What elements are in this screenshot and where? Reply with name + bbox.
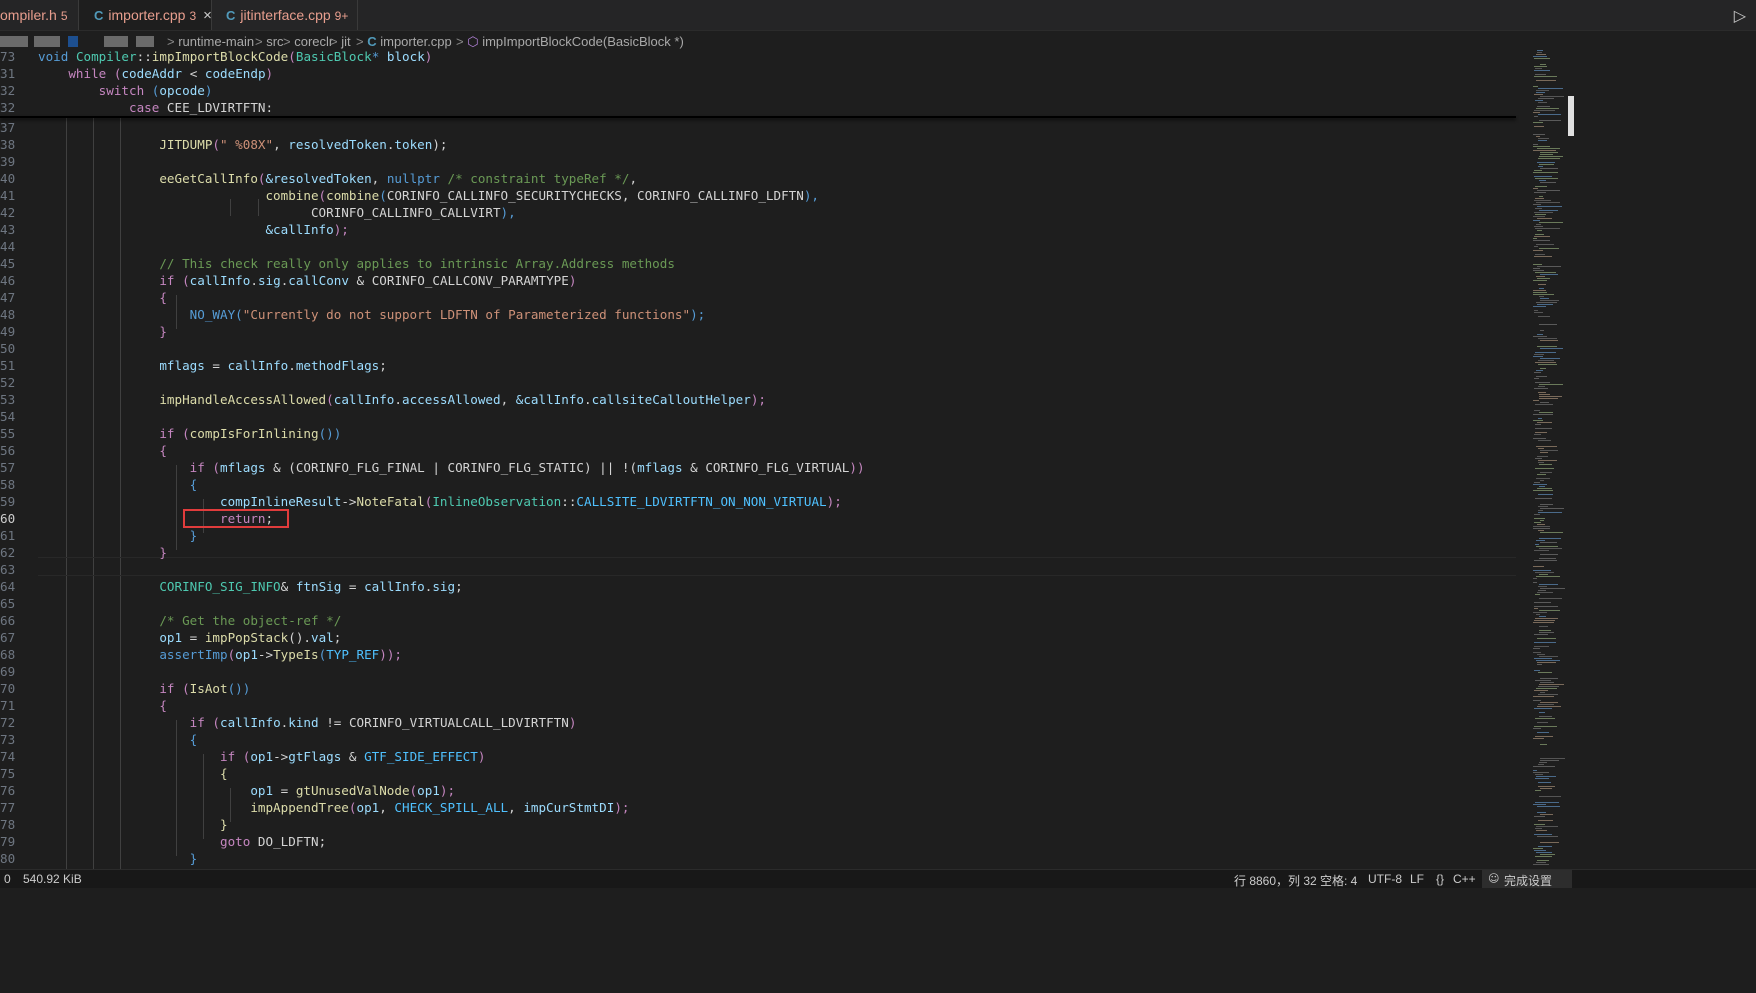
cpp-file-icon: C [367, 34, 377, 49]
tab-label: jitinterface.cpp [240, 7, 331, 23]
code-line[interactable]: 77 impAppendTree(op1, CHECK_SPILL_ALL, i… [0, 799, 1530, 816]
code-line[interactable]: 71 { [0, 697, 1530, 714]
code-line[interactable]: 51 mflags = callInfo.methodFlags; [0, 357, 1530, 374]
problem-count-badge: 5 [60, 9, 68, 23]
code-line[interactable]: 44 [0, 238, 1530, 255]
status-file-size[interactable]: 540.92 KiB [23, 872, 82, 886]
sticky-line[interactable]: 32 case CEE_LDVIRTFTN: [0, 99, 1530, 116]
status-problems[interactable]: 0 [4, 872, 11, 886]
tab-label: ompiler.h [0, 7, 57, 23]
tab-bar: ompiler.h 5 Cimporter.cpp 3 × Cjitinterface… [0, 0, 1756, 31]
tab-compiler-h[interactable]: ompiler.h 5 [0, 0, 78, 30]
cpp-file-icon: C [226, 8, 236, 23]
status-indentation[interactable]: 空格: 4 [1320, 872, 1357, 889]
code-line[interactable]: 38 JITDUMP(" %08X", resolvedToken.token)… [0, 136, 1530, 153]
code-line[interactable]: 63 [0, 561, 1530, 578]
vertical-scrollbar[interactable] [1566, 48, 1576, 868]
code-line[interactable]: 41 combine(combine(CORINFO_CALLINFO_SECU… [0, 187, 1530, 204]
code-line[interactable]: 40 eeGetCallInfo(&resolvedToken, nullptr… [0, 170, 1530, 187]
code-line[interactable]: 72 if (callInfo.kind != CORINFO_VIRTUALC… [0, 714, 1530, 731]
status-language[interactable]: C++ [1453, 872, 1476, 886]
code-line[interactable]: 58 { [0, 476, 1530, 493]
code-line[interactable]: 39 [0, 153, 1530, 170]
code-line[interactable]: 47 { [0, 289, 1530, 306]
code-line[interactable]: 57 if (mflags & (CORINFO_FLG_FINAL | COR… [0, 459, 1530, 476]
breadcrumb-item-jit[interactable]: > jit [330, 34, 351, 49]
code-line[interactable]: 49 } [0, 323, 1530, 340]
code-line[interactable]: 65 [0, 595, 1530, 612]
code-line[interactable]: 48 NO_WAY("Currently do not support LDFT… [0, 306, 1530, 323]
cpp-file-icon: C [94, 8, 104, 23]
status-encoding[interactable]: UTF-8 [1368, 872, 1402, 886]
code-line[interactable]: 62 } [0, 544, 1530, 561]
problem-count-badge: 3 [189, 9, 197, 23]
code-line[interactable]: 52 [0, 374, 1530, 391]
breadcrumb-item-runtime-main[interactable]: > runtime-main [167, 34, 254, 49]
sticky-line[interactable]: 31 while (codeAddr < codeEndp) [0, 65, 1530, 82]
code-line[interactable]: 68 assertImp(op1->TypeIs(TYP_REF)); [0, 646, 1530, 663]
method-cube-icon: ⬡ [467, 34, 479, 49]
breadcrumb-item-importer-cpp[interactable]: > C importer.cpp [356, 34, 452, 49]
sticky-scroll-divider [0, 116, 1516, 118]
code-line[interactable]: 79 goto DO_LDFTN; [0, 833, 1530, 850]
run-debug-icon[interactable]: ▷ [1734, 6, 1746, 25]
code-line[interactable]: 75 { [0, 765, 1530, 782]
tab-jitinterface-cpp[interactable]: Cjitinterface.cpp 9+ [212, 0, 357, 30]
braces-icon: {} [1436, 872, 1445, 886]
breadcrumb-item-src[interactable]: > src [255, 34, 284, 49]
code-line[interactable]: 78 } [0, 816, 1530, 833]
sticky-line[interactable]: 32 switch (opcode) [0, 82, 1530, 99]
code-line[interactable]: 43 &callInfo); [0, 221, 1530, 238]
complete-setup-button[interactable]: ☺ 完成设置 [1482, 870, 1572, 888]
code-line[interactable]: 50 [0, 340, 1530, 357]
code-line[interactable]: 73 { [0, 731, 1530, 748]
tab-label: importer.cpp [108, 7, 186, 23]
code-line[interactable]: 46 if (callInfo.sig.callConv & CORINFO_C… [0, 272, 1530, 289]
code-line[interactable]: 53 impHandleAccessAllowed(callInfo.acces… [0, 391, 1530, 408]
code-editor[interactable]: 73 void Compiler::impImportBlockCode(Basi… [0, 48, 1530, 869]
status-eol[interactable]: LF [1410, 872, 1424, 886]
code-line[interactable]: 45 // This check really only applies to … [0, 255, 1530, 272]
status-bar: 0 540.92 KiB 行 8860，列 32 空格: 4 UTF-8 LF … [0, 869, 1756, 888]
code-line[interactable]: 64 CORINFO_SIG_INFO& ftnSig = callInfo.s… [0, 578, 1530, 595]
code-line[interactable]: 54 [0, 408, 1530, 425]
code-line[interactable]: 59 compInlineResult->NoteFatal(InlineObs… [0, 493, 1530, 510]
red-annotation-box [183, 509, 289, 528]
code-line[interactable]: 70 if (IsAot()) [0, 680, 1530, 697]
breadcrumb-item-coreclr[interactable]: > coreclr [283, 34, 333, 49]
minimap[interactable] [1532, 48, 1566, 868]
scrollbar-thumb[interactable] [1568, 96, 1574, 136]
code-line[interactable]: 80 } [0, 850, 1530, 867]
code-line[interactable]: 61 } [0, 527, 1530, 544]
minimap-canvas [1533, 50, 1565, 865]
code-line[interactable]: 67 op1 = impPopStack().val; [0, 629, 1530, 646]
code-line[interactable]: 37 [0, 119, 1530, 136]
code-line[interactable]: 69 [0, 663, 1530, 680]
copilot-icon: ☺ [1488, 872, 1500, 885]
code-line[interactable]: 66 /* Get the object-ref */ [0, 612, 1530, 629]
code-line[interactable]: 42 CORINFO_CALLINFO_CALLVIRT), [0, 204, 1530, 221]
code-line[interactable]: 56 { [0, 442, 1530, 459]
sticky-line[interactable]: 73 void Compiler::impImportBlockCode(Basi… [0, 48, 1530, 65]
code-line[interactable]: 74 if (op1->gtFlags & GTF_SIDE_EFFECT) [0, 748, 1530, 765]
status-cursor-position[interactable]: 行 8860，列 32 [1234, 872, 1317, 889]
code-line[interactable]: 76 op1 = gtUnusedValNode(op1); [0, 782, 1530, 799]
tab-importer-cpp[interactable]: Cimporter.cpp 3 × [79, 0, 212, 30]
problem-count-badge: 9+ [334, 9, 349, 23]
code-line[interactable]: 55 if (compIsForInlining()) [0, 425, 1530, 442]
